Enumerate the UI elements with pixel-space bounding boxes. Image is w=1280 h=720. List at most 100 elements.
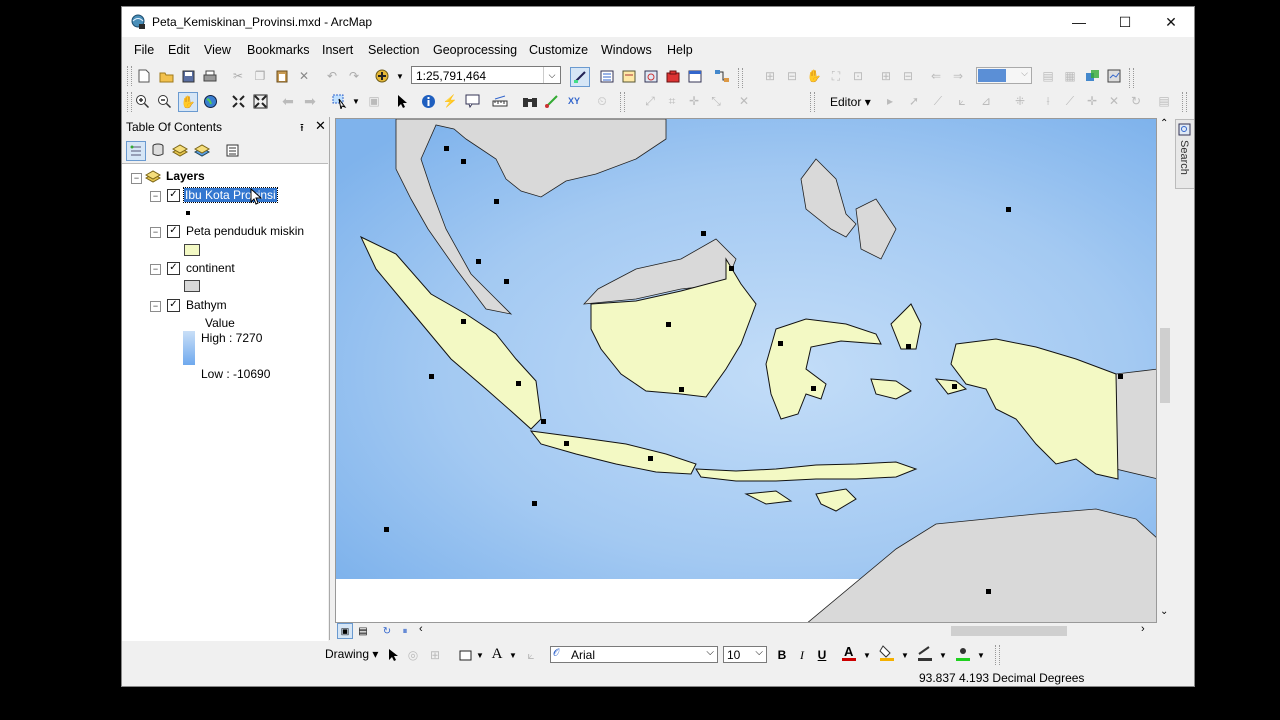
model-builder-icon[interactable] <box>714 68 730 84</box>
new-document-icon[interactable] <box>136 68 152 84</box>
open-folder-icon[interactable] <box>158 68 174 84</box>
arctoolbox-icon[interactable] <box>665 68 681 84</box>
layout-view-icon[interactable]: ▤ <box>355 623 371 639</box>
layer-visibility-checkbox[interactable]: ✓ <box>167 189 180 202</box>
end-point-arc-icon[interactable]: ⊿ <box>978 93 994 109</box>
map-display[interactable] <box>335 118 1157 623</box>
add-data-dropdown-icon[interactable]: ▼ <box>392 68 408 84</box>
layer-visibility-checkbox[interactable]: ✓ <box>167 299 180 312</box>
select-elements-arrow-icon[interactable] <box>394 93 410 109</box>
toc-close-icon[interactable]: ✕ <box>315 118 326 134</box>
trace-icon[interactable]: ⟀ <box>954 93 970 109</box>
toolbar-grip[interactable] <box>995 645 1000 665</box>
select-dropdown-icon[interactable]: ▼ <box>348 93 364 109</box>
list-by-drawing-order-icon[interactable] <box>126 141 146 161</box>
zoom-100-icon[interactable]: ⊡ <box>850 68 866 84</box>
data-driven-pages-icon[interactable] <box>1106 68 1122 84</box>
georef-icon-4[interactable]: ⤡ <box>708 93 724 109</box>
change-layout-icon[interactable] <box>1084 68 1100 84</box>
menu-insert[interactable]: Insert <box>322 43 353 57</box>
point-symbol[interactable] <box>186 211 190 215</box>
list-by-source-icon[interactable] <box>150 142 166 158</box>
font-color-icon[interactable]: A <box>841 644 857 661</box>
cut-polygons-icon[interactable]: ⟋ <box>1062 93 1078 109</box>
delete-icon[interactable]: ✕ <box>296 68 312 84</box>
sketch-properties-icon[interactable]: ▤ <box>1156 93 1172 109</box>
scroll-right-icon[interactable]: › <box>1141 623 1145 635</box>
time-slider-icon[interactable]: ⏲ <box>594 93 610 109</box>
drawing-menu[interactable]: Drawing ▾ <box>325 647 378 661</box>
text-dropdown-icon[interactable]: ▼ <box>505 647 521 663</box>
fixed-zoom-in-arrows-icon[interactable] <box>230 93 246 109</box>
marker-color-dropdown-icon[interactable]: ▼ <box>973 647 989 663</box>
layer-name-peta-penduduk-miskin[interactable]: Peta penduduk miskin <box>186 224 304 238</box>
toolbar-grip[interactable] <box>127 92 132 112</box>
scroll-up-icon[interactable]: ⌃ <box>1160 118 1168 129</box>
go-back-extent-icon[interactable]: ⬅ <box>280 93 296 109</box>
next-extent-layout-icon[interactable]: ⇒ <box>950 68 966 84</box>
menu-edit[interactable]: Edit <box>168 43 190 57</box>
fixed-zoom-in-icon[interactable]: ⊞ <box>878 68 894 84</box>
go-forward-extent-icon[interactable]: ➡ <box>302 93 318 109</box>
copy-icon[interactable]: ❐ <box>252 68 268 84</box>
georef-icon-1[interactable]: ⤢ <box>642 93 658 109</box>
map-horizontal-scrollbar[interactable]: ▣ ▤ ↻ ⏸ ‹ › <box>335 623 1157 639</box>
layer-name-bathym[interactable]: Bathym <box>186 298 227 312</box>
edit-annotation-icon[interactable]: ➚ <box>906 93 922 109</box>
fill-color-dropdown-icon[interactable]: ▼ <box>897 647 913 663</box>
font-name-combobox[interactable]: 𝒪 Arial ⌵ <box>550 646 718 663</box>
layer-visibility-checkbox[interactable]: ✓ <box>167 262 180 275</box>
clear-selection-icon[interactable]: ▣ <box>366 93 382 109</box>
toggle-draft-mode-icon[interactable]: ▤ <box>1040 68 1056 84</box>
edit-vertices-icon[interactable]: ⟀ <box>523 647 539 663</box>
layout-zoom-combobox[interactable]: ⌵ <box>976 67 1032 84</box>
straight-segment-icon[interactable]: ⟋ <box>930 93 946 109</box>
attributes-icon[interactable]: ↻ <box>1128 93 1144 109</box>
line-color-dropdown-icon[interactable]: ▼ <box>935 647 951 663</box>
rotate-element-icon[interactable]: ◎ <box>405 647 421 663</box>
chevron-down-icon[interactable]: ⌵ <box>1021 68 1028 79</box>
reshape-icon[interactable]: ⟊ <box>1040 93 1056 109</box>
add-data-icon[interactable] <box>374 68 390 84</box>
toolbar-grip[interactable] <box>738 68 743 88</box>
identify-icon[interactable] <box>420 93 436 109</box>
redo-icon[interactable]: ↷ <box>346 68 362 84</box>
map-canvas[interactable] <box>336 119 1157 623</box>
zoom-to-selected-icon[interactable]: ⊞ <box>427 647 443 663</box>
chevron-down-icon[interactable]: ⌵ <box>706 647 714 658</box>
horizontal-scroll-thumb[interactable] <box>951 626 1067 636</box>
hyperlink-icon[interactable]: ⚡ <box>442 93 458 109</box>
split-icon[interactable]: ✛ <box>1084 93 1100 109</box>
cut-icon[interactable]: ✂ <box>230 68 246 84</box>
find-route-icon[interactable] <box>544 93 560 109</box>
menu-selection[interactable]: Selection <box>368 43 419 57</box>
layer-name-ibu-kota-provinsi[interactable]: Ibu Kota Provinsi <box>183 187 278 203</box>
editor-toolbar-icon[interactable] <box>570 67 590 87</box>
georef-icon-5[interactable]: ✕ <box>736 93 752 109</box>
search-window-icon[interactable] <box>643 68 659 84</box>
menu-view[interactable]: View <box>204 43 231 57</box>
toolbar-grip[interactable] <box>1129 68 1134 88</box>
find-binoculars-icon[interactable] <box>522 93 538 109</box>
toolbar-grip[interactable] <box>810 92 815 112</box>
python-window-icon[interactable] <box>687 68 703 84</box>
italic-button[interactable]: I <box>794 647 810 663</box>
chevron-down-icon[interactable]: ⌵ <box>543 67 560 83</box>
fill-color-icon[interactable] <box>879 645 895 661</box>
edit-vertices-icon[interactable]: ⁜ <box>1012 93 1028 109</box>
collapse-layer-toggle[interactable]: − <box>150 227 161 238</box>
close-button[interactable]: ✕ <box>1148 7 1194 37</box>
collapse-layer-toggle[interactable]: − <box>150 264 161 275</box>
collapse-layer-toggle[interactable]: − <box>150 191 161 202</box>
map-scale-combobox[interactable]: 1:25,791,464 ⌵ <box>411 66 561 84</box>
chevron-down-icon[interactable]: ⌵ <box>755 647 763 658</box>
font-size-combobox[interactable]: 10 ⌵ <box>723 646 767 663</box>
zoom-whole-page-icon[interactable]: ⛶ <box>828 68 844 84</box>
maximize-button[interactable]: ☐ <box>1102 7 1148 37</box>
data-frame-label[interactable]: Layers <box>166 169 205 183</box>
rectangle-tool-icon[interactable] <box>457 647 473 663</box>
zoom-in-icon[interactable] <box>134 93 150 109</box>
zoom-in-fixed-icon[interactable]: ⊞ <box>762 68 778 84</box>
map-vertical-scrollbar[interactable]: ⌃ ⌄ <box>1157 118 1173 623</box>
pan-layout-icon[interactable]: ✋ <box>806 68 822 84</box>
